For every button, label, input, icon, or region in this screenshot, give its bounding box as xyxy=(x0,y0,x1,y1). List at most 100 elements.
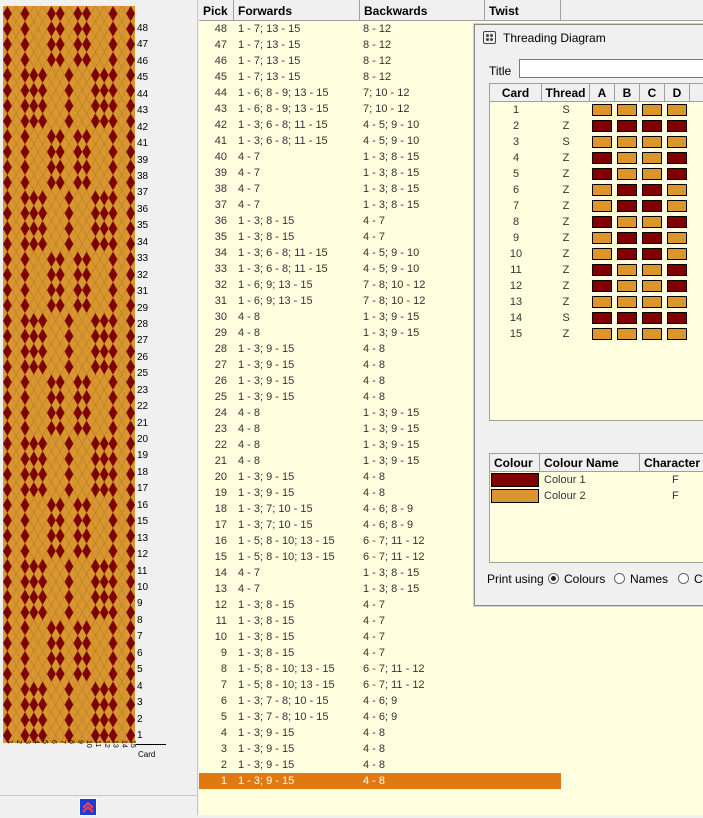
hole-b-swatch[interactable] xyxy=(617,104,637,116)
card-row[interactable]: 1S xyxy=(490,102,703,118)
card-row[interactable]: 10 Z xyxy=(490,246,703,262)
thread-direction[interactable]: Z xyxy=(542,326,590,342)
radio-names-label[interactable]: Names xyxy=(630,572,668,586)
hole-a-swatch[interactable] xyxy=(592,136,612,148)
radio-characters-label[interactable]: Ch xyxy=(694,572,703,586)
radio-characters[interactable] xyxy=(678,573,689,584)
card-row[interactable]: 15 Z xyxy=(490,326,703,342)
pick-row[interactable]: 4 1 - 3; 9 - 15 4 - 8 xyxy=(199,725,561,741)
hole-c-swatch[interactable] xyxy=(642,232,662,244)
thread-direction[interactable]: Z xyxy=(542,230,590,246)
card-row[interactable]: 2Z xyxy=(490,118,703,134)
hole-a-swatch[interactable] xyxy=(592,184,612,196)
card-row[interactable]: 13 Z xyxy=(490,294,703,310)
hole-d-swatch[interactable] xyxy=(667,200,687,212)
window-title-bar[interactable]: Threading Diagram xyxy=(475,25,703,51)
hole-a-swatch[interactable] xyxy=(592,120,612,132)
pick-row[interactable]: 7 1 - 5; 8 - 10; 13 - 15 6 - 7; 11 - 12 xyxy=(199,677,561,693)
header-colour-name[interactable]: Colour Name xyxy=(540,454,640,471)
hole-d-swatch[interactable] xyxy=(667,216,687,228)
radio-colours-label[interactable]: Colours xyxy=(564,572,605,586)
hole-d-swatch[interactable] xyxy=(667,232,687,244)
hole-b-swatch[interactable] xyxy=(617,264,637,276)
radio-colours[interactable] xyxy=(548,573,559,584)
hole-a-swatch[interactable] xyxy=(592,248,612,260)
hole-b-swatch[interactable] xyxy=(617,200,637,212)
card-row[interactable]: 3S xyxy=(490,134,703,150)
thread-direction[interactable]: Z xyxy=(542,278,590,294)
colour-row[interactable]: Colour 1 F xyxy=(490,472,703,488)
hole-b-swatch[interactable] xyxy=(617,312,637,324)
thread-direction[interactable]: Z xyxy=(542,246,590,262)
header-character[interactable]: Character xyxy=(640,454,703,471)
header-colour[interactable]: Colour xyxy=(490,454,540,471)
hole-c-swatch[interactable] xyxy=(642,200,662,212)
hole-a-swatch[interactable] xyxy=(592,168,612,180)
hole-b-swatch[interactable] xyxy=(617,152,637,164)
hole-c-swatch[interactable] xyxy=(642,216,662,228)
hole-d-swatch[interactable] xyxy=(667,248,687,260)
card-row[interactable]: 7Z xyxy=(490,198,703,214)
thread-direction[interactable]: Z xyxy=(542,198,590,214)
header-hole-d[interactable]: D xyxy=(665,84,690,101)
card-row[interactable]: 12 Z xyxy=(490,278,703,294)
header-pick[interactable]: Pick xyxy=(199,0,234,20)
hole-c-swatch[interactable] xyxy=(642,136,662,148)
header-hole-c[interactable]: C xyxy=(640,84,665,101)
hole-c-swatch[interactable] xyxy=(642,184,662,196)
pick-row[interactable]: 11 1 - 3; 8 - 15 4 - 7 xyxy=(199,613,561,629)
hole-c-swatch[interactable] xyxy=(642,312,662,324)
hole-b-swatch[interactable] xyxy=(617,184,637,196)
card-row[interactable]: 6Z xyxy=(490,182,703,198)
pick-row[interactable]: 1 1 - 3; 9 - 15 4 - 8 xyxy=(199,773,561,789)
card-row[interactable]: 4Z xyxy=(490,150,703,166)
hole-c-swatch[interactable] xyxy=(642,248,662,260)
hole-b-swatch[interactable] xyxy=(617,328,637,340)
hole-d-swatch[interactable] xyxy=(667,280,687,292)
thread-direction[interactable]: Z xyxy=(542,214,590,230)
hole-b-swatch[interactable] xyxy=(617,120,637,132)
thread-direction[interactable]: S xyxy=(542,134,590,150)
title-input[interactable] xyxy=(519,59,703,78)
thread-direction[interactable]: Z xyxy=(542,118,590,134)
hole-a-swatch[interactable] xyxy=(592,328,612,340)
card-row[interactable]: 5Z xyxy=(490,166,703,182)
hole-a-swatch[interactable] xyxy=(592,200,612,212)
hole-b-swatch[interactable] xyxy=(617,296,637,308)
thread-direction[interactable]: Z xyxy=(542,166,590,182)
colour-swatch[interactable] xyxy=(491,489,539,503)
pick-row[interactable]: 10 1 - 3; 8 - 15 4 - 7 xyxy=(199,629,561,645)
thread-direction[interactable]: S xyxy=(542,102,590,118)
hole-d-swatch[interactable] xyxy=(667,264,687,276)
hole-d-swatch[interactable] xyxy=(667,328,687,340)
thread-direction[interactable]: Z xyxy=(542,182,590,198)
hole-b-swatch[interactable] xyxy=(617,248,637,260)
hole-c-swatch[interactable] xyxy=(642,280,662,292)
colour-swatch[interactable] xyxy=(491,473,539,487)
card-row[interactable]: 8Z xyxy=(490,214,703,230)
pick-row[interactable]: 2 1 - 3; 9 - 15 4 - 8 xyxy=(199,757,561,773)
hole-a-swatch[interactable] xyxy=(592,216,612,228)
thread-direction[interactable]: S xyxy=(542,310,590,326)
hole-d-swatch[interactable] xyxy=(667,312,687,324)
header-forwards[interactable]: Forwards xyxy=(234,0,360,20)
hole-d-swatch[interactable] xyxy=(667,104,687,116)
hole-c-swatch[interactable] xyxy=(642,152,662,164)
hole-c-swatch[interactable] xyxy=(642,328,662,340)
hole-c-swatch[interactable] xyxy=(642,104,662,116)
chevron-up-icon[interactable] xyxy=(79,798,97,816)
hole-a-swatch[interactable] xyxy=(592,312,612,324)
hole-d-swatch[interactable] xyxy=(667,152,687,164)
header-card[interactable]: Card xyxy=(490,84,542,101)
hole-b-swatch[interactable] xyxy=(617,232,637,244)
hole-a-swatch[interactable] xyxy=(592,104,612,116)
hole-c-swatch[interactable] xyxy=(642,168,662,180)
hole-a-swatch[interactable] xyxy=(592,232,612,244)
pick-row[interactable]: 6 1 - 3; 7 - 8; 10 - 15 4 - 6; 9 xyxy=(199,693,561,709)
hole-d-swatch[interactable] xyxy=(667,184,687,196)
hole-b-swatch[interactable] xyxy=(617,168,637,180)
thread-direction[interactable]: Z xyxy=(542,150,590,166)
hole-d-swatch[interactable] xyxy=(667,136,687,148)
hole-a-swatch[interactable] xyxy=(592,296,612,308)
card-row[interactable]: 9Z xyxy=(490,230,703,246)
